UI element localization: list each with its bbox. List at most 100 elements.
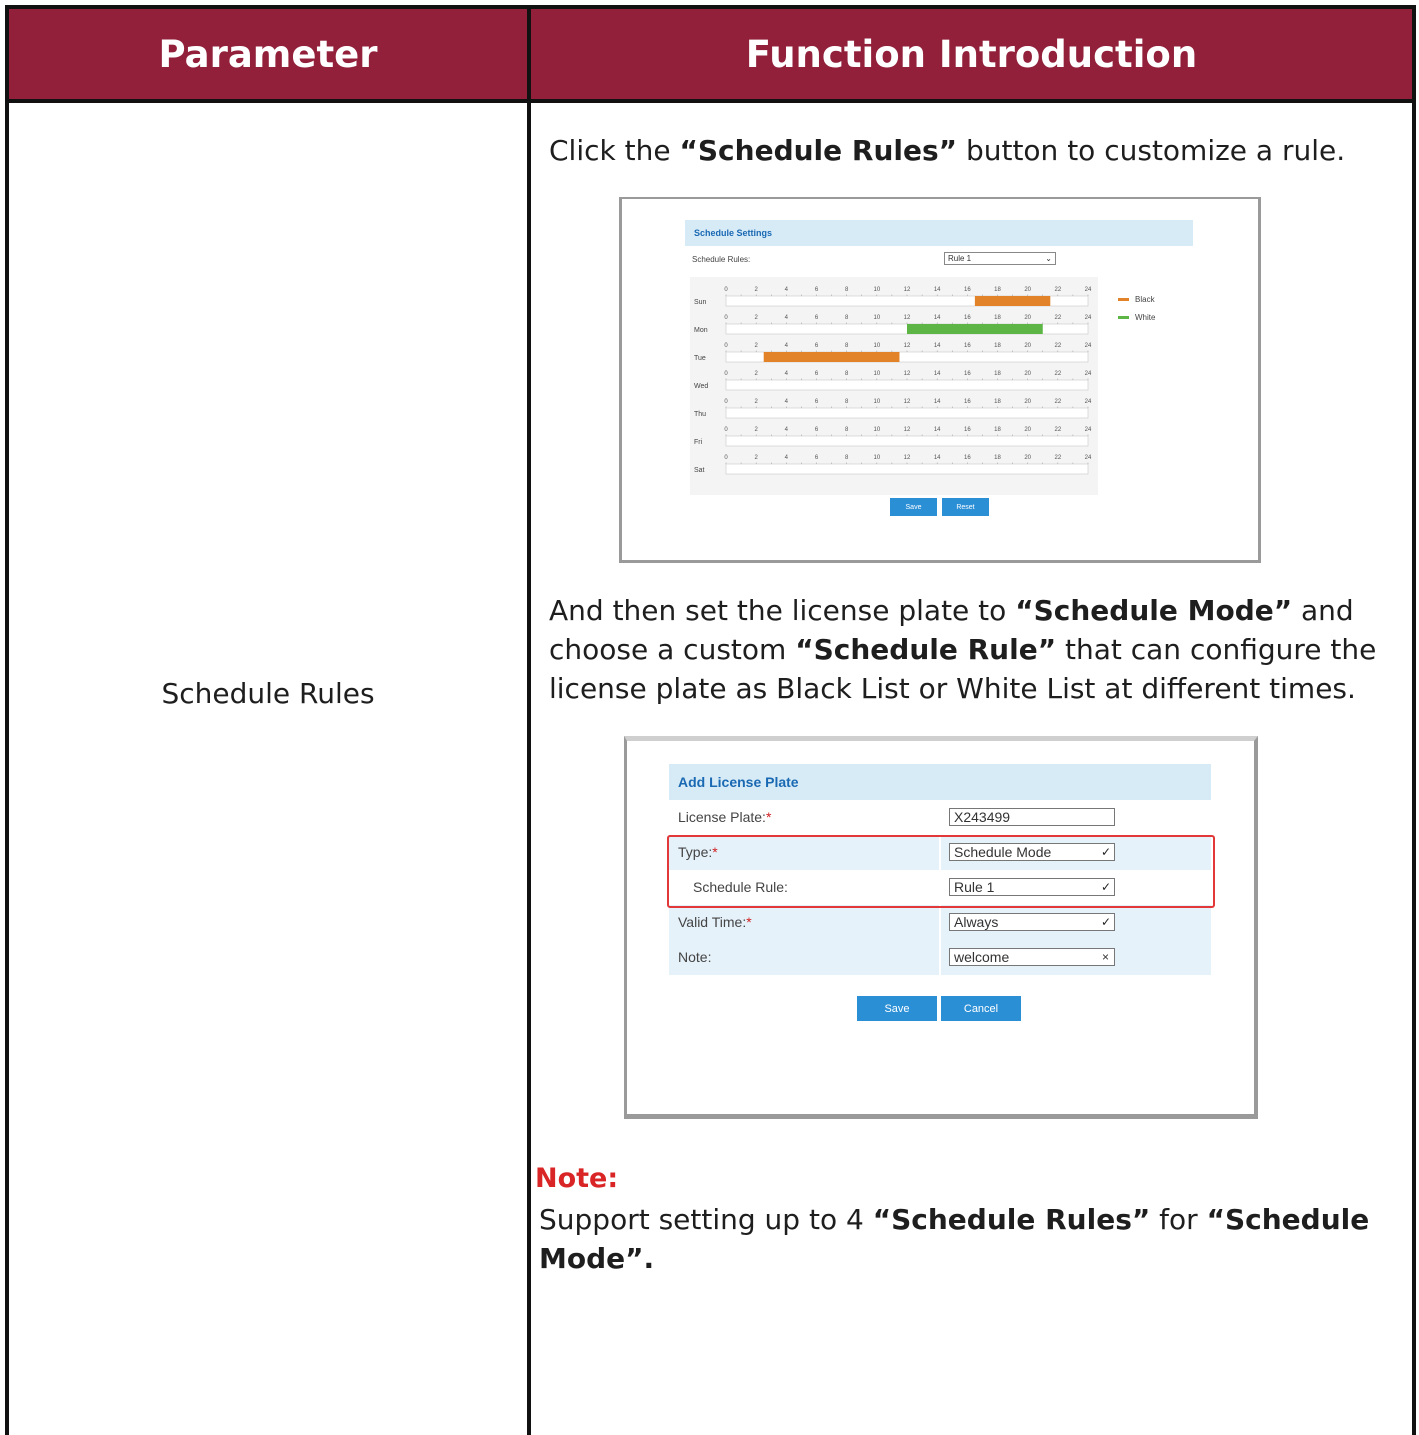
hour-tick-label: 12 [904, 287, 911, 293]
day-label: Wed [694, 383, 708, 390]
hour-tick-label: 2 [754, 315, 758, 321]
schedule-rule-select[interactable]: Rule 1 ⌄ [944, 252, 1056, 265]
note-bold-1: “Schedule Rules” [872, 1203, 1151, 1236]
schedule-block-black[interactable] [974, 296, 1051, 306]
legend-black-label: Black [1135, 294, 1155, 304]
note-bold-2: “Schedule [1206, 1203, 1370, 1236]
schedule-rules-label: Schedule Rules: [692, 255, 751, 264]
intro-2-line-2-bold: “Schedule Rule” [795, 633, 1057, 666]
hour-tick-label: 18 [994, 455, 1001, 461]
note-input[interactable]: welcome × [949, 948, 1115, 966]
hour-tick-label: 12 [904, 315, 911, 321]
hour-tick-label: 8 [845, 455, 849, 461]
required-mark: * [765, 809, 772, 825]
hour-tick-label: 2 [754, 343, 758, 349]
intro-1-text-end: button to customize a rule. [957, 134, 1346, 167]
hour-tick-label: 12 [904, 455, 911, 461]
hour-tick-label: 10 [873, 343, 880, 349]
schedule-reset-button[interactable]: Reset [942, 498, 989, 516]
schedule-block-black[interactable] [763, 352, 900, 362]
hour-tick-label: 24 [1085, 427, 1092, 433]
license-save-button[interactable]: Save [857, 996, 937, 1021]
schedule-save-button[interactable]: Save [890, 498, 937, 516]
day-timeline-track [725, 379, 1089, 391]
day-label: Sun [694, 299, 707, 306]
add-license-plate-title: Add License Plate [669, 764, 1211, 800]
hour-tick-label: 20 [1024, 455, 1031, 461]
note-text: Support setting up to 4 [539, 1203, 873, 1236]
hour-tick-label: 14 [934, 427, 941, 433]
intro-paragraph-1: Click the “Schedule Rules” button to cus… [549, 131, 1345, 170]
hour-tick-label: 16 [964, 455, 971, 461]
row-divider [939, 905, 941, 940]
hour-tick-label: 16 [964, 343, 971, 349]
hour-tick-label: 0 [724, 427, 728, 433]
hour-tick-label: 24 [1085, 343, 1092, 349]
intro-2-line-1: And then set the license plate to “Sched… [549, 591, 1376, 630]
license-plate-row: License Plate:* X243499 [669, 800, 1211, 835]
hour-tick-label: 20 [1024, 287, 1031, 293]
license-cancel-button[interactable]: Cancel [941, 996, 1021, 1021]
license-plate-input[interactable]: X243499 [949, 808, 1115, 826]
black-swatch-icon [1118, 297, 1129, 301]
hour-tick-label: 18 [994, 427, 1001, 433]
hour-tick-label: 20 [1024, 315, 1031, 321]
hour-tick-label: 10 [873, 287, 880, 293]
hour-tick-label: 12 [904, 371, 911, 377]
hour-tick-label: 4 [785, 371, 789, 377]
hour-tick-label: 4 [785, 287, 789, 293]
hour-tick-label: 16 [964, 427, 971, 433]
license-plate-value: X243499 [954, 809, 1011, 825]
required-mark: * [746, 914, 752, 930]
day-label: Tue [694, 355, 706, 362]
hour-tick-label: 20 [1024, 371, 1031, 377]
highlight-box [667, 835, 1215, 908]
hour-tick-label: 24 [1085, 315, 1092, 321]
header-parameter: Parameter [158, 32, 378, 76]
hour-tick-label: 0 [724, 399, 728, 405]
schedule-rule-select-value: Rule 1 [948, 254, 972, 263]
hour-tick-label: 6 [815, 343, 819, 349]
hour-tick-label: 12 [904, 343, 911, 349]
legend-white-label: White [1135, 312, 1156, 322]
hour-tick-label: 8 [845, 315, 849, 321]
intro-2-line-2-end: that can configure the [1056, 633, 1377, 666]
parameter-name: Schedule Rules [161, 677, 375, 710]
hour-tick-label: 24 [1085, 399, 1092, 405]
hour-tick-label: 2 [754, 455, 758, 461]
hour-tick-label: 6 [815, 427, 819, 433]
hour-tick-label: 18 [994, 315, 1001, 321]
note-paragraph: Support setting up to 4 “Schedule Rules”… [539, 1200, 1369, 1278]
table-header: Parameter Function Introduction [9, 5, 1412, 103]
white-swatch-icon [1118, 315, 1129, 319]
schedule-settings-title: Schedule Settings [685, 220, 1193, 246]
legend-white: White [1118, 307, 1155, 327]
hour-tick-label: 12 [904, 399, 911, 405]
row-divider [939, 940, 941, 975]
valid-time-select[interactable]: Always ✓ [949, 913, 1115, 931]
day-label: Fri [694, 439, 703, 446]
hour-tick-label: 10 [873, 315, 880, 321]
hour-tick-label: 4 [785, 399, 789, 405]
hour-tick-label: 6 [815, 287, 819, 293]
hour-tick-label: 8 [845, 427, 849, 433]
note-row: Note: welcome × [669, 940, 1211, 975]
hour-tick-label: 0 [724, 287, 728, 293]
hour-tick-label: 16 [964, 287, 971, 293]
schedule-legend: Black White [1118, 289, 1155, 327]
hour-tick-label: 22 [1054, 455, 1061, 461]
valid-time-label-text: Valid Time: [678, 914, 747, 930]
hour-tick-label: 16 [964, 315, 971, 321]
hour-tick-label: 14 [934, 399, 941, 405]
schedule-block-white[interactable] [907, 324, 1043, 334]
clear-icon[interactable]: × [1102, 949, 1109, 965]
hour-tick-label: 2 [754, 399, 758, 405]
hour-tick-label: 24 [1085, 287, 1092, 293]
hour-tick-label: 20 [1024, 427, 1031, 433]
valid-time-value: Always [954, 914, 999, 930]
hour-tick-label: 2 [754, 427, 758, 433]
legend-black: Black [1118, 289, 1155, 309]
hour-tick-label: 10 [873, 399, 880, 405]
schedule-grid[interactable]: 0 2 4 6 8 10 12 14 16 18 20 22 24Sun0 2 4 6 8 10 12 14 16 18 2… [690, 277, 1098, 495]
hour-tick-label: 18 [994, 287, 1001, 293]
